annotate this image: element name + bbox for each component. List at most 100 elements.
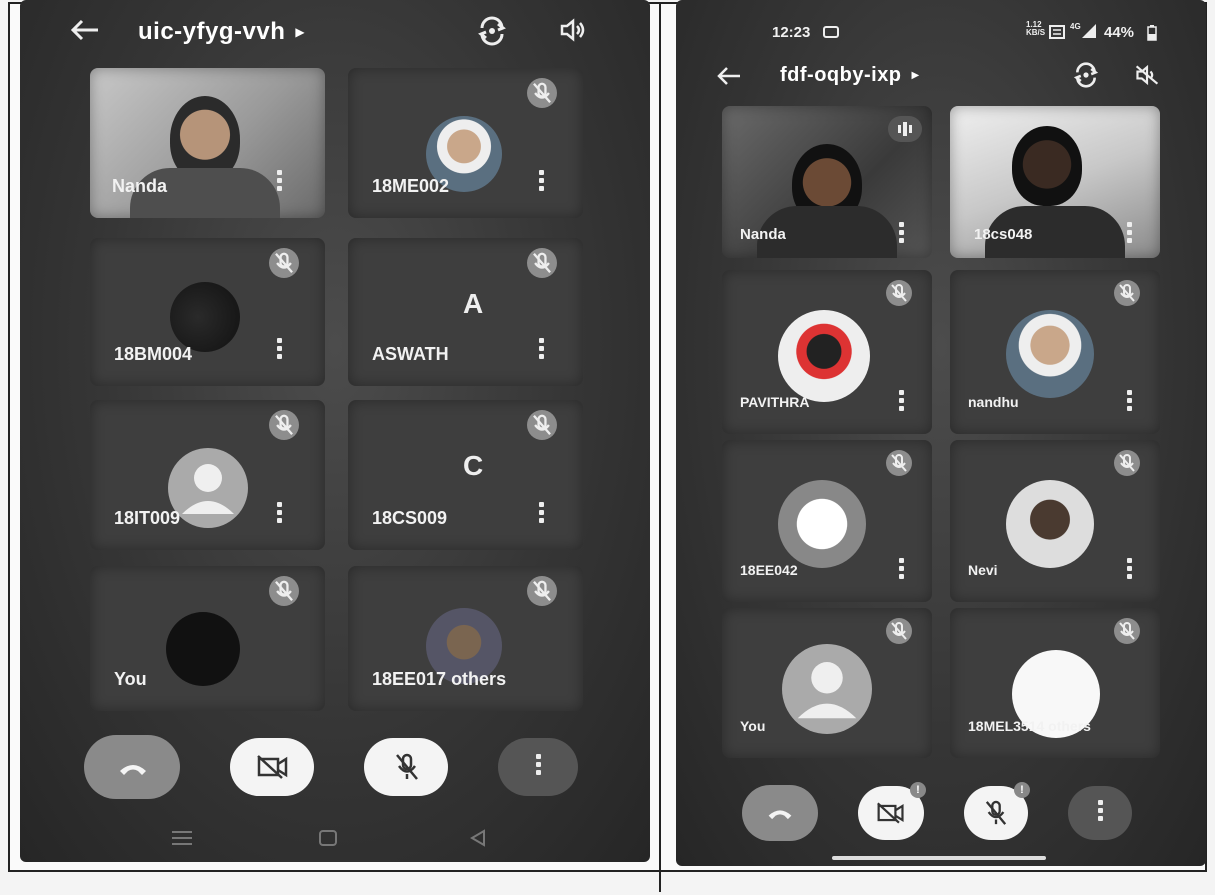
camera-off-button[interactable]: ! (858, 782, 926, 840)
avatar (1006, 480, 1094, 568)
kebab-icon[interactable] (276, 338, 282, 359)
participant-name: You (740, 718, 766, 734)
participant-name: 18BM004 (114, 344, 193, 364)
end-call-button[interactable] (84, 735, 180, 799)
avatar (778, 310, 870, 402)
participant-name: PAVITHRA (740, 394, 810, 410)
meeting-title[interactable]: uic-yfyg-vvh ▶ (138, 18, 305, 46)
avatar (778, 480, 866, 568)
participant-tile[interactable]: 18EE017 others (348, 566, 583, 711)
mic-off-button[interactable] (364, 738, 448, 796)
cast-icon (822, 25, 840, 39)
alert-badge-icon: ! (910, 782, 926, 798)
kebab-icon[interactable] (1126, 222, 1132, 243)
kebab-icon (535, 754, 541, 775)
mic-off-badge-icon (1114, 618, 1140, 644)
kebab-icon[interactable] (276, 170, 282, 191)
kebab-icon[interactable] (1126, 558, 1132, 579)
participant-tile[interactable]: Nanda (90, 68, 325, 218)
data-saver-icon (1048, 24, 1066, 40)
participant-name: 18cs048 (974, 226, 1033, 243)
participant-tile[interactable]: Nevi (950, 440, 1160, 602)
switch-camera-icon[interactable] (1072, 62, 1100, 88)
kebab-icon[interactable] (276, 502, 282, 523)
mic-off-badge-icon (886, 618, 912, 644)
back-triangle-icon[interactable] (468, 828, 488, 848)
menu-lines-icon[interactable] (170, 830, 194, 846)
switch-camera-icon[interactable] (476, 16, 508, 46)
home-square-icon[interactable] (318, 828, 338, 848)
camera-video-man (1012, 126, 1082, 206)
battery-percent: 44% (1104, 24, 1135, 41)
participant-tile[interactable]: You (90, 566, 325, 711)
video-off-icon (877, 802, 904, 824)
participant-tile[interactable]: C 18CS009 (348, 400, 583, 550)
meeting-title[interactable]: fdf-oqby-ixp ▶ (780, 64, 919, 87)
right-top-bar: fdf-oqby-ixp ▶ (676, 60, 1206, 94)
participant-name: Nanda (740, 226, 786, 243)
participant-tile[interactable]: 18BM004 (90, 238, 325, 386)
participant-tile[interactable]: 18EE042 (722, 440, 932, 602)
kebab-icon[interactable] (538, 338, 544, 359)
back-arrow-icon[interactable] (716, 66, 742, 86)
network-speed: 1.12 KB/S (1026, 20, 1046, 37)
participant-tile[interactable]: PAVITHRA (722, 270, 932, 434)
speaking-indicator-icon (888, 116, 922, 142)
back-arrow-icon[interactable] (70, 18, 100, 42)
participant-tile[interactable]: Nanda (722, 106, 932, 258)
mic-off-badge-icon (269, 576, 299, 606)
mic-off-badge-icon (886, 450, 912, 476)
gesture-bar[interactable] (832, 856, 1046, 860)
participant-name: 18EE017 others (372, 669, 507, 689)
alert-badge-icon: ! (1014, 782, 1030, 798)
participant-tile[interactable]: 18ME002 (348, 68, 583, 218)
kebab-icon (1097, 800, 1103, 821)
mic-off-badge-icon (527, 248, 557, 278)
speaker-off-icon[interactable] (1134, 64, 1160, 86)
participant-name: nandhu (968, 394, 1019, 410)
more-options-button[interactable] (1068, 786, 1132, 840)
left-top-bar: uic-yfyg-vvh ▶ (20, 12, 650, 52)
meeting-code: fdf-oqby-ixp (780, 64, 902, 86)
participant-tile[interactable]: nandhu (950, 270, 1160, 434)
kebab-icon[interactable] (538, 170, 544, 191)
participant-name: 18IT009 (114, 508, 181, 528)
kebab-icon[interactable] (1126, 390, 1132, 411)
participant-name: Nanda (112, 176, 168, 196)
participant-tile[interactable]: 18cs048 (950, 106, 1160, 258)
participant-name: ASWATH (372, 344, 449, 364)
participant-tile[interactable]: 18IT009 (90, 400, 325, 550)
participant-name: 18EE042 (740, 562, 798, 578)
participant-tile[interactable]: 18MEL3514 others (950, 608, 1160, 758)
speaker-icon[interactable] (558, 18, 588, 42)
camera-off-button[interactable] (230, 738, 314, 796)
kebab-icon[interactable] (898, 222, 904, 243)
meeting-code: uic-yfyg-vvh (138, 18, 286, 45)
signal-icon (1080, 22, 1098, 40)
participant-name: Nevi (968, 562, 998, 578)
mic-off-badge-icon (1114, 450, 1140, 476)
participant-tile[interactable]: You (722, 608, 932, 758)
mic-off-badge-icon (527, 576, 557, 606)
battery-icon (1146, 24, 1158, 42)
kebab-icon[interactable] (898, 390, 904, 411)
screenshot-divider (659, 2, 661, 892)
participant-name: 18ME002 (372, 176, 450, 196)
kebab-icon[interactable] (898, 558, 904, 579)
avatar (166, 612, 240, 686)
participant-name: You (114, 669, 147, 689)
kebab-icon[interactable] (538, 502, 544, 523)
mic-off-badge-icon (269, 410, 299, 440)
mic-off-button[interactable]: ! (964, 782, 1030, 840)
avatar (170, 282, 240, 352)
hang-up-icon (768, 810, 792, 820)
left-phone-screen: uic-yfyg-vvh ▶ Nanda 18ME002 18BM004 A ASWAT… (20, 0, 650, 862)
mic-off-badge-icon (886, 280, 912, 306)
more-options-button[interactable] (498, 738, 578, 796)
participant-name: 18MEL3514 others (968, 718, 1091, 734)
right-phone-screen: 12:23 1.12 KB/S 4G 44% fdf-oqby-ixp ▶ Na… (676, 0, 1206, 866)
end-call-button[interactable] (742, 785, 818, 841)
participant-tile[interactable]: A ASWATH (348, 238, 583, 386)
caret-right-icon: ▶ (911, 70, 920, 81)
mic-off-icon (985, 800, 1007, 825)
